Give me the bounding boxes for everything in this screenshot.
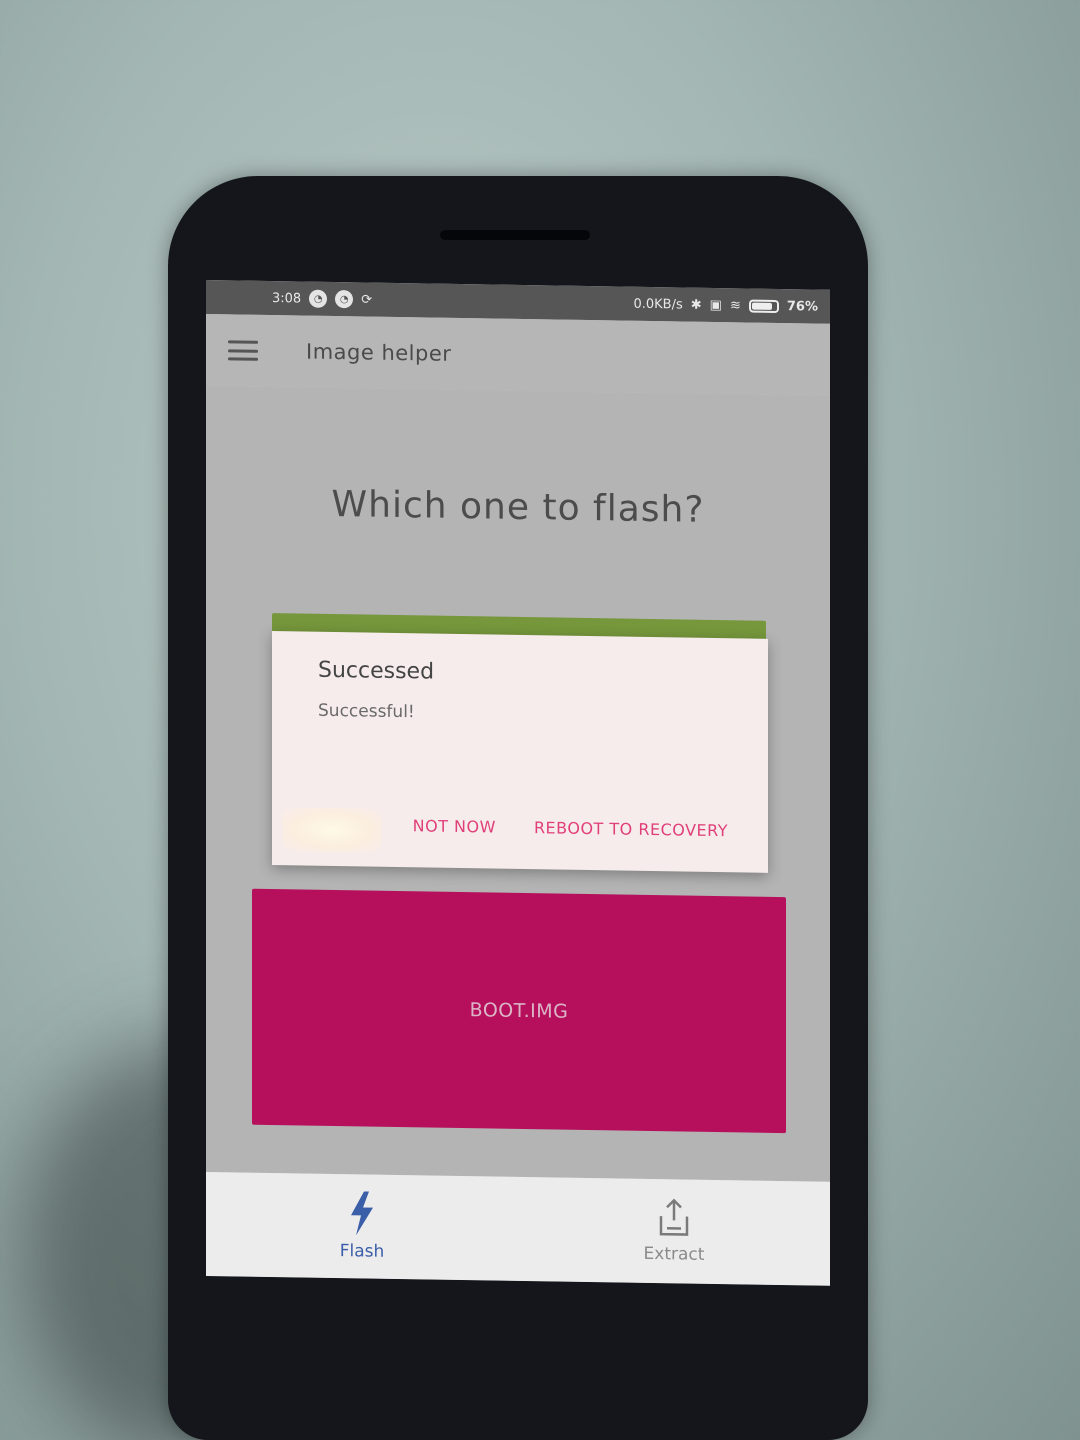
success-dialog: Successed Successful! NOT NOW REBOOT TO …	[272, 631, 768, 873]
main-content: Which one to flash? BOOT.IMG Successed S…	[206, 386, 830, 1182]
not-now-button[interactable]: NOT NOW	[413, 816, 496, 836]
notification-icon: ◔	[335, 290, 354, 309]
dialog-message: Successful!	[318, 700, 415, 723]
nfc-icon: ▣	[709, 297, 722, 313]
bluetooth-icon: ✱	[690, 297, 702, 313]
dialog-title: Successed	[318, 657, 435, 685]
bottom-navigation: Flash Extract	[206, 1172, 830, 1286]
app-bar: Image helper	[206, 314, 830, 396]
app-title: Image helper	[306, 339, 452, 366]
status-time: 3:08	[272, 290, 302, 306]
reboot-to-recovery-button[interactable]: REBOOT TO RECOVERY	[534, 818, 728, 840]
lightning-icon	[351, 1191, 373, 1236]
battery-percent: 76%	[786, 298, 818, 315]
hamburger-menu-icon[interactable]	[228, 340, 258, 361]
dialog-actions: NOT NOW REBOOT TO RECOVERY	[413, 816, 728, 840]
upload-tray-icon	[659, 1198, 689, 1236]
nav-label-flash: Flash	[339, 1241, 385, 1262]
nav-label-extract: Extract	[643, 1243, 705, 1265]
battery-icon	[748, 299, 779, 313]
nav-item-extract[interactable]: Extract	[518, 1177, 830, 1286]
network-speed: 0.0KB/s	[633, 296, 683, 312]
notification-icon: ◔	[309, 289, 328, 308]
phone-screen: 3:08 ◔ ◔ ⟳ 0.0KB/s ✱ ▣ ≋ 76% Image helpe…	[206, 280, 830, 1286]
screen-glare	[282, 807, 382, 853]
wifi-icon: ≋	[729, 297, 741, 313]
nav-item-flash[interactable]: Flash	[206, 1172, 518, 1281]
sync-icon: ⟳	[361, 291, 373, 308]
phone-earpiece	[440, 230, 590, 240]
